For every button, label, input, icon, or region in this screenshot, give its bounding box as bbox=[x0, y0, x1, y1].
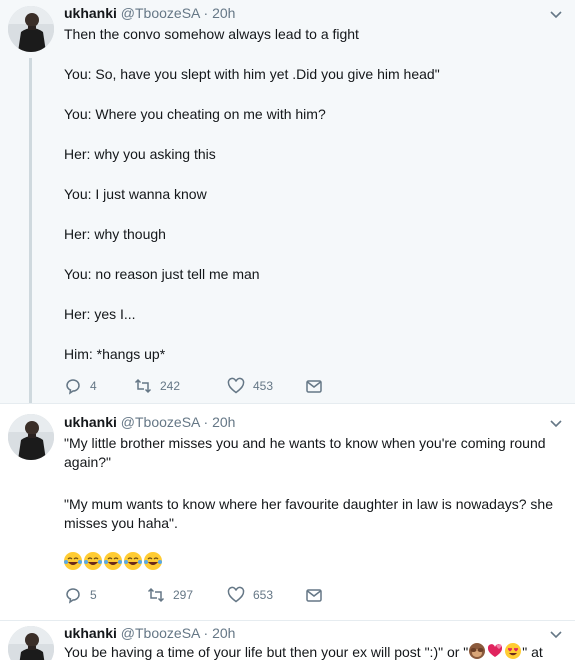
tweet-actions: 4 242 453 bbox=[64, 376, 364, 396]
timestamp[interactable]: 20h bbox=[212, 414, 235, 430]
tweet-text-line: Her: why though bbox=[64, 226, 166, 242]
direct-message-icon bbox=[306, 380, 322, 393]
reply-count: 5 bbox=[90, 588, 97, 602]
tweet-text-start: You be having a time of your life but th… bbox=[64, 644, 469, 660]
tears-of-joy-emoji bbox=[64, 552, 82, 570]
retweet-icon bbox=[147, 587, 165, 603]
retweet-button[interactable]: 242 bbox=[134, 376, 180, 396]
display-name[interactable]: ukhanki bbox=[64, 625, 117, 641]
tweet-text-line: Her: yes I... bbox=[64, 306, 136, 322]
tweet-header: ukhanki @TboozeSA · 20h bbox=[64, 413, 235, 431]
tweet-header: ukhanki @TboozeSA · 20h bbox=[64, 4, 235, 22]
user-handle[interactable]: @TboozeSA bbox=[121, 625, 200, 641]
separator-dot: · bbox=[203, 625, 209, 641]
retweet-count: 242 bbox=[160, 379, 181, 393]
heart-eyes-emoji bbox=[505, 643, 522, 659]
timestamp[interactable]: 20h bbox=[212, 625, 235, 641]
user-handle[interactable]: @TboozeSA bbox=[121, 414, 200, 430]
caret-down-icon[interactable] bbox=[549, 8, 563, 22]
retweet-icon bbox=[134, 378, 152, 394]
like-icon bbox=[227, 377, 245, 394]
tears-of-joy-emoji bbox=[104, 552, 122, 570]
tears-of-joy-emoji bbox=[144, 552, 162, 570]
tweet-text-end: " at bbox=[522, 644, 543, 660]
timestamp[interactable]: 20h bbox=[212, 5, 235, 21]
see-no-evil-monkey-emoji bbox=[469, 643, 486, 659]
like-count: 653 bbox=[253, 588, 274, 602]
tweet-header: ukhanki @TboozeSA · 20h bbox=[64, 624, 235, 642]
retweet-count: 297 bbox=[173, 588, 194, 602]
tweet-text-line: Him: *hangs up* bbox=[64, 346, 166, 362]
two-hearts-emoji bbox=[488, 644, 503, 657]
direct-message-icon bbox=[306, 589, 322, 602]
tweet-text-line: Then the convo somehow always lead to a … bbox=[64, 26, 359, 42]
reply-button[interactable]: 4 bbox=[64, 376, 97, 396]
tweet-text-line: Her: why you asking this bbox=[64, 146, 216, 162]
separator-dot: · bbox=[203, 414, 209, 430]
tweet-text-line: You: So, have you slept with him yet .Di… bbox=[64, 66, 440, 82]
retweet-button[interactable]: 297 bbox=[147, 585, 193, 605]
reply-count: 4 bbox=[90, 379, 97, 393]
tweet-text-line: You be having a time of your life but th… bbox=[64, 642, 543, 660]
separator-dot: · bbox=[203, 5, 209, 21]
caret-down-icon[interactable] bbox=[549, 628, 563, 642]
like-icon bbox=[227, 586, 245, 603]
tears-of-joy-emoji bbox=[124, 552, 142, 570]
avatar-photo bbox=[8, 414, 54, 460]
tweet-text-line: misses you haha". bbox=[64, 515, 178, 531]
like-count: 453 bbox=[253, 379, 274, 393]
reply-icon bbox=[66, 379, 80, 395]
display-name[interactable]: ukhanki bbox=[64, 5, 117, 21]
display-name[interactable]: ukhanki bbox=[64, 414, 117, 430]
direct-message-button[interactable] bbox=[305, 585, 331, 605]
avatar[interactable] bbox=[8, 414, 54, 460]
tweet-text-line: You: Where you cheating on me with him? bbox=[64, 106, 326, 122]
tweet-text-line: You: I just wanna know bbox=[64, 186, 207, 202]
reply-button[interactable]: 5 bbox=[64, 585, 97, 605]
tweet-text-line: You: no reason just tell me man bbox=[64, 266, 260, 282]
avatar[interactable] bbox=[8, 6, 54, 52]
caret-down-icon[interactable] bbox=[549, 417, 563, 431]
tweet-actions: 5 297 653 bbox=[64, 585, 364, 605]
like-button[interactable]: 453 bbox=[227, 376, 273, 396]
thread-connector-line bbox=[29, 58, 32, 403]
tweet-text-line: again?" bbox=[64, 454, 112, 470]
direct-message-button[interactable] bbox=[305, 376, 331, 396]
reply-icon bbox=[66, 588, 80, 604]
user-handle[interactable]: @TboozeSA bbox=[121, 5, 200, 21]
like-button[interactable]: 653 bbox=[227, 585, 273, 605]
tweet-text-line: "My little brother misses you and he wan… bbox=[64, 435, 546, 451]
emoji-row bbox=[63, 551, 163, 571]
avatar-photo bbox=[8, 6, 54, 52]
tweet-text-line: "My mum wants to know where her favourit… bbox=[64, 496, 553, 512]
tears-of-joy-emoji bbox=[84, 552, 102, 570]
